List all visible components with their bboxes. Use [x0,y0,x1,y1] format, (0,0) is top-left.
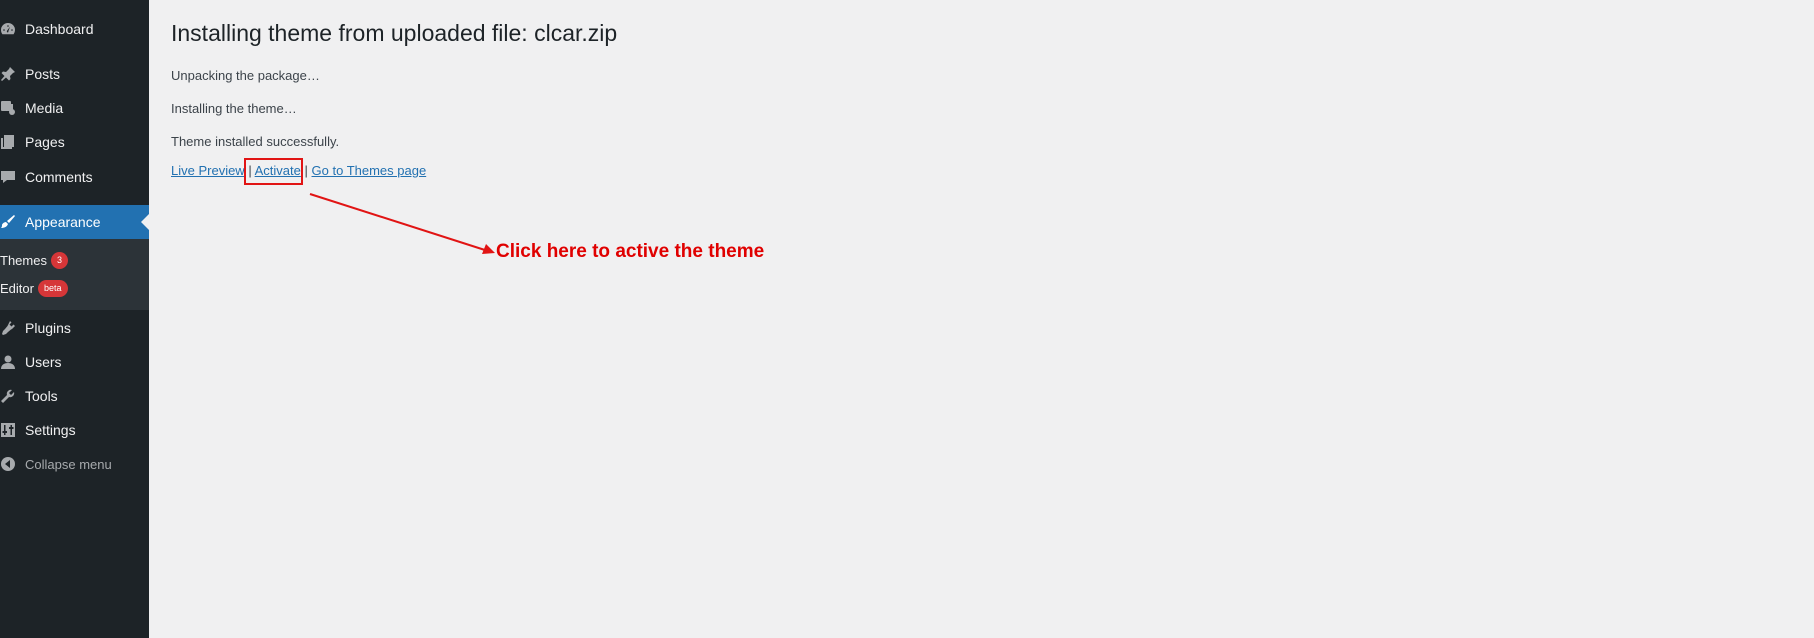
appearance-submenu: Themes 3 Editor beta [0,239,149,310]
collapse-menu-button[interactable]: Collapse menu [0,447,149,481]
separator: | [304,163,308,178]
sidebar-item-label: Plugins [25,320,71,336]
status-message: Installing the theme… [171,101,297,116]
annotation-arrow [309,193,495,254]
sidebar-item-tools[interactable]: Tools [0,379,149,413]
sidebar-item-label: Appearance [25,214,101,230]
annotation-text: Click here to active the theme [496,241,765,262]
sidebar-item-label: Posts [25,66,61,82]
pages-icon [0,134,16,150]
sidebar-item-label: Settings [25,422,76,438]
media-icon [0,100,16,116]
settings-icon [0,422,16,438]
sidebar-item-pages[interactable]: Pages [0,125,149,159]
comment-icon [0,169,16,185]
go-to-themes-page-link[interactable]: Go to Themes page [312,163,427,178]
wrench-icon [0,388,16,404]
status-message: Theme installed successfully. [171,134,340,149]
sidebar-item-appearance[interactable]: Appearance [0,205,149,239]
sidebar-item-label: Users [25,354,62,370]
collapse-icon [0,456,16,472]
update-count-badge: 3 [50,251,68,269]
sidebar-item-posts[interactable]: Posts [0,57,149,91]
pin-icon [0,66,16,82]
submenu-item-label: Editor [0,280,34,296]
page-title: Installing theme from uploaded file: clc… [171,20,618,46]
status-message: Unpacking the package… [171,68,320,83]
brush-icon [0,214,16,230]
sidebar-item-label: Comments [25,169,93,185]
user-icon [0,354,16,370]
sidebar-item-plugins[interactable]: Plugins [0,311,149,345]
submenu-item-label: Themes [0,252,47,268]
beta-badge: beta [37,279,68,297]
sidebar-item-label: Media [25,100,64,116]
sidebar-item-dashboard[interactable]: Dashboard [0,12,149,46]
dashboard-icon [0,21,16,37]
sidebar-item-settings[interactable]: Settings [0,413,149,447]
sidebar-item-comments[interactable]: Comments [0,160,149,194]
plugin-icon [0,320,16,336]
sidebar-item-label: Pages [25,134,65,150]
live-preview-link[interactable]: Live Preview [171,163,245,178]
admin-sidebar: Dashboard Posts Media Pages Comments App… [0,0,149,638]
activate-highlight-box [244,158,303,185]
sidebar-item-label: Tools [25,388,58,404]
sidebar-item-users[interactable]: Users [0,345,149,379]
sidebar-item-media[interactable]: Media [0,91,149,125]
submenu-item-editor[interactable]: Editor beta [0,277,68,299]
sidebar-item-label: Dashboard [25,21,94,37]
submenu-item-themes[interactable]: Themes 3 [0,249,68,271]
sidebar-item-label: Collapse menu [25,456,112,472]
